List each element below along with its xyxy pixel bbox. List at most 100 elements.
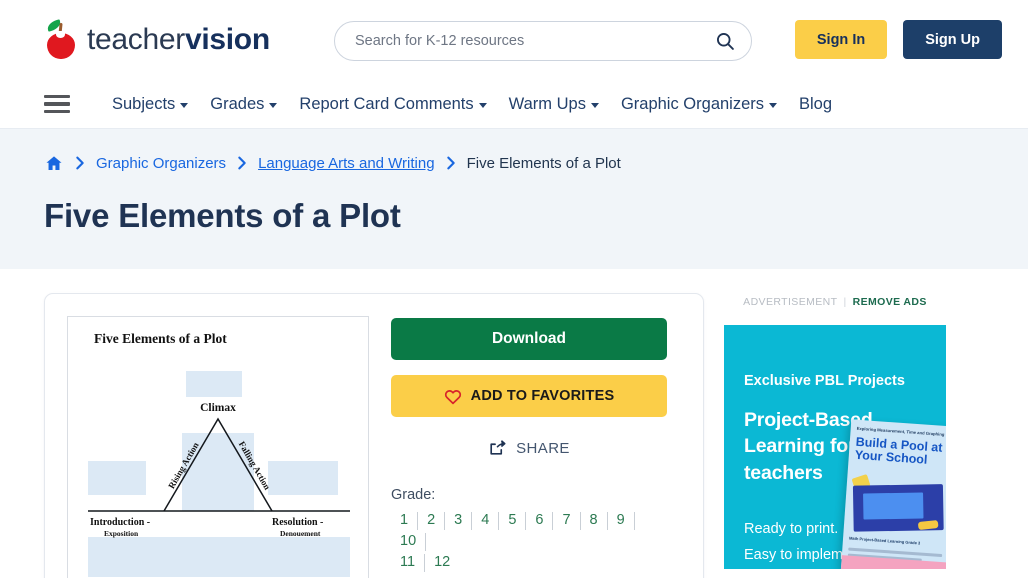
hamburger-icon[interactable] <box>44 95 70 113</box>
apple-icon <box>44 20 78 60</box>
grade-link-3[interactable]: 3 <box>445 510 471 531</box>
download-button[interactable]: Download <box>391 318 667 360</box>
grade-link-7[interactable]: 7 <box>553 510 579 531</box>
nav-item-grades[interactable]: Grades <box>210 95 277 114</box>
nav-item-report-card-comments[interactable]: Report Card Comments <box>299 95 486 114</box>
label-resolution: Resolution - <box>272 517 323 528</box>
nav-item-warm-ups[interactable]: Warm Ups <box>509 95 599 114</box>
auth-buttons: Sign In Sign Up <box>795 20 1002 59</box>
breadcrumb-item-language-arts-and-writing[interactable]: Language Arts and Writing <box>258 155 435 172</box>
grade-link-12[interactable]: 12 <box>425 552 459 573</box>
nav-item-subjects[interactable]: Subjects <box>112 95 188 114</box>
grade-cell: 4 <box>472 510 499 531</box>
booklet-title: Build a Pool at Your School <box>854 436 946 469</box>
nav-label: Report Card Comments <box>299 95 473 114</box>
resource-actions: Download ADD TO FAVORITES SHARE Grade: 1… <box>391 316 667 570</box>
page-title: Five Elements of a Plot <box>44 197 984 235</box>
booklet-footer: Math Project-Based Learning Grade 3 <box>849 536 943 548</box>
grade-link-8[interactable]: 8 <box>581 510 607 531</box>
grade-link-1[interactable]: 1 <box>391 510 417 531</box>
site-header: teachervision Sign In Sign Up <box>0 0 1028 80</box>
grade-link-2[interactable]: 2 <box>418 510 444 531</box>
sign-up-button[interactable]: Sign Up <box>903 20 1002 59</box>
breadcrumb-item-graphic-organizers[interactable]: Graphic Organizers <box>96 155 226 172</box>
grade-link-11[interactable]: 11 <box>391 552 424 573</box>
nav-label: Grades <box>210 95 264 114</box>
grade-link-9[interactable]: 9 <box>608 510 634 531</box>
share-label: SHARE <box>516 440 570 457</box>
advertisement-column: ADVERTISEMENT | REMOVE ADS Exclusive PBL… <box>724 293 946 578</box>
sign-in-button[interactable]: Sign In <box>795 20 887 59</box>
grade-label: Grade: <box>391 487 667 503</box>
ad-kicker: Exclusive PBL Projects <box>744 373 905 389</box>
resource-card: Five Elements of a Plot Climax Rising Ac… <box>44 293 704 578</box>
grade-cell: 3 <box>445 510 472 531</box>
grade-list: 1 2 3 4 5 6 7 8 9 10 11 12 <box>391 510 663 573</box>
share-button[interactable]: SHARE <box>391 433 667 463</box>
grade-cell: 8 <box>581 510 608 531</box>
nav-item-graphic-organizers[interactable]: Graphic Organizers <box>621 95 777 114</box>
grade-cell: 2 <box>418 510 445 531</box>
chevron-right-icon <box>74 155 86 171</box>
advertisement-separator: | <box>843 296 846 308</box>
add-to-favorites-button[interactable]: ADD TO FAVORITES <box>391 375 667 417</box>
label-rising-action: Rising Action <box>166 441 201 491</box>
chevron-down-icon <box>769 103 777 108</box>
nav-label: Warm Ups <box>509 95 586 114</box>
advertisement-meta: ADVERTISEMENT | REMOVE ADS <box>724 293 946 311</box>
nav-label: Blog <box>799 95 832 114</box>
site-logo[interactable]: teachervision <box>44 18 270 62</box>
chevron-down-icon <box>591 103 599 108</box>
main-content: Five Elements of a Plot Climax Rising Ac… <box>0 269 1028 578</box>
resource-preview-thumbnail[interactable]: Five Elements of a Plot Climax Rising Ac… <box>67 316 369 578</box>
logo-text-bold: vision <box>185 23 270 56</box>
label-exposition: Exposition <box>104 529 139 538</box>
label-climax: Climax <box>200 402 236 414</box>
grade-cell: 6 <box>526 510 553 531</box>
grade-cell: 9 <box>608 510 635 531</box>
search-box[interactable] <box>334 21 752 61</box>
grade-cell: 10 <box>391 531 426 552</box>
search-icon[interactable] <box>715 31 735 51</box>
grade-separator <box>425 533 426 551</box>
main-navigation: Subjects Grades Report Card Comments War… <box>0 80 1028 128</box>
home-icon[interactable] <box>44 154 64 173</box>
ad-subline-1: Ready to print. <box>744 521 838 537</box>
chevron-right-icon <box>236 155 248 171</box>
grade-link-4[interactable]: 4 <box>472 510 498 531</box>
grade-cell: 5 <box>499 510 526 531</box>
share-icon <box>488 439 507 457</box>
chevron-down-icon <box>180 103 188 108</box>
chevron-down-icon <box>479 103 487 108</box>
grade-link-5[interactable]: 5 <box>499 510 525 531</box>
chevron-down-icon <box>269 103 277 108</box>
label-denouement: Denouement <box>280 529 321 538</box>
grade-link-10[interactable]: 10 <box>391 531 425 552</box>
nav-label: Graphic Organizers <box>621 95 764 114</box>
grade-cell: 12 <box>425 552 459 573</box>
advertisement-banner[interactable]: Exclusive PBL Projects Project-Based Lea… <box>724 325 946 569</box>
breadcrumb: Graphic Organizers Language Arts and Wri… <box>44 151 984 175</box>
worksheet-title: Five Elements of a Plot <box>94 331 360 347</box>
page-banner: Graphic Organizers Language Arts and Wri… <box>0 128 1028 269</box>
advertisement-label: ADVERTISEMENT <box>743 296 837 308</box>
grade-cell: 11 <box>391 552 425 573</box>
nav-item-blog[interactable]: Blog <box>799 95 832 114</box>
logo-wordmark: teachervision <box>87 25 270 55</box>
ad-booklet-image: Exploring Measurement, Time and Graphing… <box>841 419 946 569</box>
grade-cell: 7 <box>553 510 580 531</box>
search-input[interactable] <box>353 32 715 50</box>
heart-icon <box>444 388 462 405</box>
plot-diagram-svg: Climax Rising Action Falling Action Intr… <box>68 361 369 578</box>
grade-cell: 1 <box>391 510 418 531</box>
label-falling-action: Falling Action <box>237 440 273 492</box>
grade-link-6[interactable]: 6 <box>526 510 552 531</box>
logo-text-light: teacher <box>87 23 185 56</box>
nav-label: Subjects <box>112 95 175 114</box>
breadcrumb-item-current: Five Elements of a Plot <box>467 155 621 172</box>
remove-ads-link[interactable]: REMOVE ADS <box>853 296 927 308</box>
chevron-right-icon <box>445 155 457 171</box>
label-introduction: Introduction - <box>90 517 150 528</box>
add-to-favorites-label: ADD TO FAVORITES <box>471 388 615 404</box>
grade-separator <box>634 512 635 530</box>
